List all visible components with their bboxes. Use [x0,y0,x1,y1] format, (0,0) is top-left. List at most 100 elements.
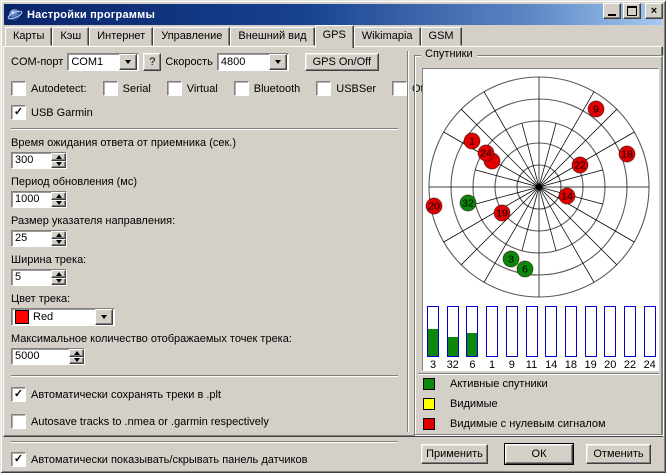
apply-button[interactable]: Применить [421,444,488,464]
checkbox-label-usb-garmin[interactable]: USB Garmin [31,107,93,119]
spin-down-button[interactable] [51,278,66,286]
signal-bar-3 [427,306,439,357]
satellites-title: Спутники [421,48,477,60]
satellite-marker: 1 [464,133,480,149]
spinner-value: 300 [12,153,51,168]
tab-wikimapia[interactable]: Wikimapia [354,27,421,46]
signal-bar-14 [545,306,557,357]
receiver-timeout-spinner[interactable]: 300 [11,152,67,169]
svg-text:6: 6 [522,264,528,276]
tab-appearance[interactable]: Внешний вид [230,27,314,46]
svg-text:24: 24 [480,148,492,160]
max-points-spinner[interactable]: 5000 [11,348,85,365]
satellite-marker: 32 [460,195,476,211]
vertical-separator [407,51,409,432]
pointer-size-spinner[interactable]: 25 [11,230,67,247]
checkbox-label-virtual[interactable]: Virtual [187,83,218,95]
legend-swatch-active [423,378,435,390]
checkbox-serial[interactable] [103,81,118,96]
tab-gsm[interactable]: GSM [421,27,462,46]
minimize-button[interactable] [603,3,621,19]
chevron-down-icon[interactable] [95,309,113,325]
spin-down-button[interactable] [51,200,66,208]
spin-down-button[interactable] [51,161,66,169]
chevron-down-icon[interactable] [269,54,287,70]
satellite-marker: 9 [588,101,604,117]
checkbox-bluetooth[interactable] [234,81,249,96]
spin-down-button[interactable] [69,357,84,365]
chevron-down-icon[interactable] [119,54,137,70]
tab-maps[interactable]: Карты [5,27,52,46]
separator [11,128,398,130]
legend-row: Активные спутники [423,378,548,390]
checkbox-label-autodetect[interactable]: Autodetect: [31,83,87,95]
checkbox-autosave-nmea[interactable] [11,414,26,429]
checkbox-usbser[interactable] [316,81,331,96]
checkbox-autodetect[interactable] [11,81,26,96]
legend-label: Видимые с нулевым сигналом [450,418,606,430]
cancel-button[interactable]: Отменить [586,444,651,464]
checkbox-label-autosave-plt[interactable]: Автоматически сохранять треки в .plt [31,389,221,401]
spin-up-button[interactable] [51,270,66,278]
spinner-value: 1000 [12,192,51,207]
satellite-marker: 3 [503,251,519,267]
checkbox-label-usbser[interactable]: USBSer [336,83,376,95]
com-port-select[interactable]: COM1 [67,53,139,71]
checkbox-sensors-panel[interactable] [11,452,26,467]
field-label-track-width: Ширина трека: [11,254,406,266]
ok-button[interactable]: ОК [505,444,573,464]
close-button[interactable]: × [645,3,663,19]
tab-gps[interactable]: GPS [315,25,354,48]
checkbox-others[interactable] [392,81,407,96]
legend-label: Активные спутники [450,378,548,390]
legend-label: Видимые [450,398,498,410]
speed-select[interactable]: 4800 [217,53,289,71]
field-label-update-period: Период обновления (мс) [11,176,406,188]
spin-up-button[interactable] [51,231,66,239]
title-bar: Настройки программы [4,4,662,25]
tab-control[interactable]: Управление [153,27,230,46]
spin-up-button[interactable] [69,349,84,357]
checkbox-usb-garmin[interactable] [11,105,26,120]
gps-onoff-button[interactable]: GPS On/Off [305,53,379,71]
separator [11,441,398,443]
svg-text:14: 14 [561,191,573,203]
maximize-icon [627,6,637,16]
legend-swatch-visible [423,398,435,410]
satellite-marker: 6 [517,261,533,277]
svg-text:9: 9 [593,104,599,116]
maximize-button[interactable] [623,3,641,19]
tab-cache[interactable]: Кэш [52,27,89,46]
separator [11,375,398,377]
spin-down-button[interactable] [51,239,66,247]
spinner-value: 5 [12,270,51,285]
tab-bar: КартыКэшИнтернетУправлениеВнешний видGPS… [5,26,462,47]
checkbox-virtual[interactable] [167,81,182,96]
track-color-select[interactable]: Red [11,308,115,326]
checkbox-label-bluetooth[interactable]: Bluetooth [254,83,300,95]
checkbox-label-autosave-nmea[interactable]: Autosave tracks to .nmea or .garmin resp… [31,416,269,428]
checkbox-row-autosave-nmea: Autosave tracks to .nmea or .garmin resp… [11,414,406,429]
spin-fields: Время ожидания ответа от приемника (сек.… [11,137,406,286]
signal-bar-11 [526,306,538,357]
track-color-label: Цвет трека: [11,293,406,305]
legend-swatch-zero [423,418,435,430]
signal-bar-32 [447,306,459,357]
satellite-marker: 19 [494,205,510,221]
checkbox-row-virtual: Virtual [167,81,218,96]
signal-bar-label: 24 [638,359,662,371]
track-width-spinner[interactable]: 5 [11,269,67,286]
checkbox-label-serial[interactable]: Serial [123,83,151,95]
tab-internet[interactable]: Интернет [89,27,153,46]
spin-up-button[interactable] [51,153,66,161]
signal-bar-18 [565,306,577,357]
spin-up-button[interactable] [51,192,66,200]
com-port-help-button[interactable]: ? [143,53,161,71]
signal-bar-6 [466,306,478,357]
satellite-marker: 20 [426,198,442,214]
checkbox-autosave-plt[interactable] [11,387,26,402]
signal-bar-1 [486,306,498,357]
gps-settings-column: COM-порт COM1 ? Скорость 4800 GPS On/Off… [4,47,406,436]
update-period-spinner[interactable]: 1000 [11,191,67,208]
checkbox-label-sensors-panel[interactable]: Автоматически показывать/скрывать панель… [31,454,307,466]
